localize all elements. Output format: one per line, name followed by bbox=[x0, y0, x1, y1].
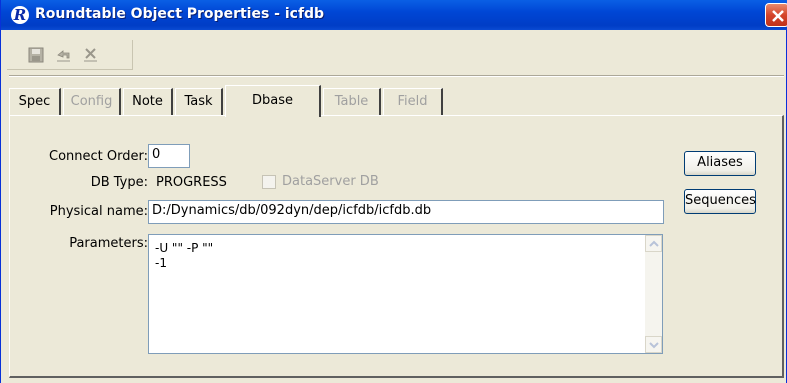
window-title: Roundtable Object Properties - icfdb bbox=[35, 6, 325, 22]
physical-name-input[interactable]: D:/Dynamics/db/092dyn/dep/icfdb/icfdb.db bbox=[148, 200, 664, 224]
tab-field[interactable]: Field bbox=[383, 88, 443, 116]
dataserver-checkbox[interactable] bbox=[262, 175, 276, 189]
aliases-button[interactable]: Aliases bbox=[684, 151, 756, 176]
tab-note[interactable]: Note bbox=[123, 88, 173, 116]
db-type-label: DB Type: bbox=[90, 175, 148, 190]
parameters-label: Parameters: bbox=[69, 236, 148, 251]
close-button[interactable] bbox=[765, 3, 787, 27]
delete-icon bbox=[84, 48, 97, 62]
undo-icon bbox=[57, 50, 70, 62]
tab-config[interactable]: Config bbox=[63, 88, 121, 116]
tab-table[interactable]: Table bbox=[323, 88, 381, 116]
scroll-down-button[interactable] bbox=[645, 336, 662, 353]
tab-task[interactable]: Task bbox=[175, 88, 223, 116]
properties-window: R Roundtable Object Properties - icfdb S… bbox=[0, 0, 787, 383]
tab-spec[interactable]: Spec bbox=[9, 88, 61, 116]
undo-button[interactable] bbox=[54, 46, 74, 64]
connect-order-input[interactable]: 0 bbox=[148, 144, 190, 168]
sequences-button[interactable]: Sequences bbox=[684, 189, 756, 214]
connect-order-label: Connect Order: bbox=[49, 149, 148, 164]
title-bar[interactable]: R Roundtable Object Properties - icfdb bbox=[1, 0, 787, 30]
parameters-textarea[interactable]: -U "" -P "" -1 bbox=[148, 234, 663, 354]
chevron-up-icon bbox=[649, 240, 659, 247]
parameters-line: -1 bbox=[155, 256, 167, 270]
chevron-down-icon bbox=[649, 342, 659, 349]
delete-button[interactable] bbox=[81, 46, 101, 64]
toolbar bbox=[7, 40, 133, 70]
toolbar-divider bbox=[9, 75, 784, 77]
db-type-value: PROGRESS bbox=[156, 175, 227, 190]
dataserver-label: DataServer DB bbox=[282, 174, 379, 189]
app-logo-icon: R bbox=[11, 6, 29, 24]
scroll-up-button[interactable] bbox=[645, 235, 662, 252]
save-button[interactable] bbox=[27, 46, 47, 64]
parameters-scrollbar[interactable] bbox=[645, 235, 662, 353]
parameters-line: -U "" -P "" bbox=[155, 241, 214, 255]
save-icon bbox=[28, 47, 44, 63]
physical-name-label: Physical name: bbox=[49, 204, 148, 219]
dbase-panel: Connect Order: 0 DB Type: PROGRESS DataS… bbox=[9, 115, 784, 378]
close-icon bbox=[772, 10, 784, 22]
tab-dbase[interactable]: Dbase bbox=[225, 85, 321, 117]
